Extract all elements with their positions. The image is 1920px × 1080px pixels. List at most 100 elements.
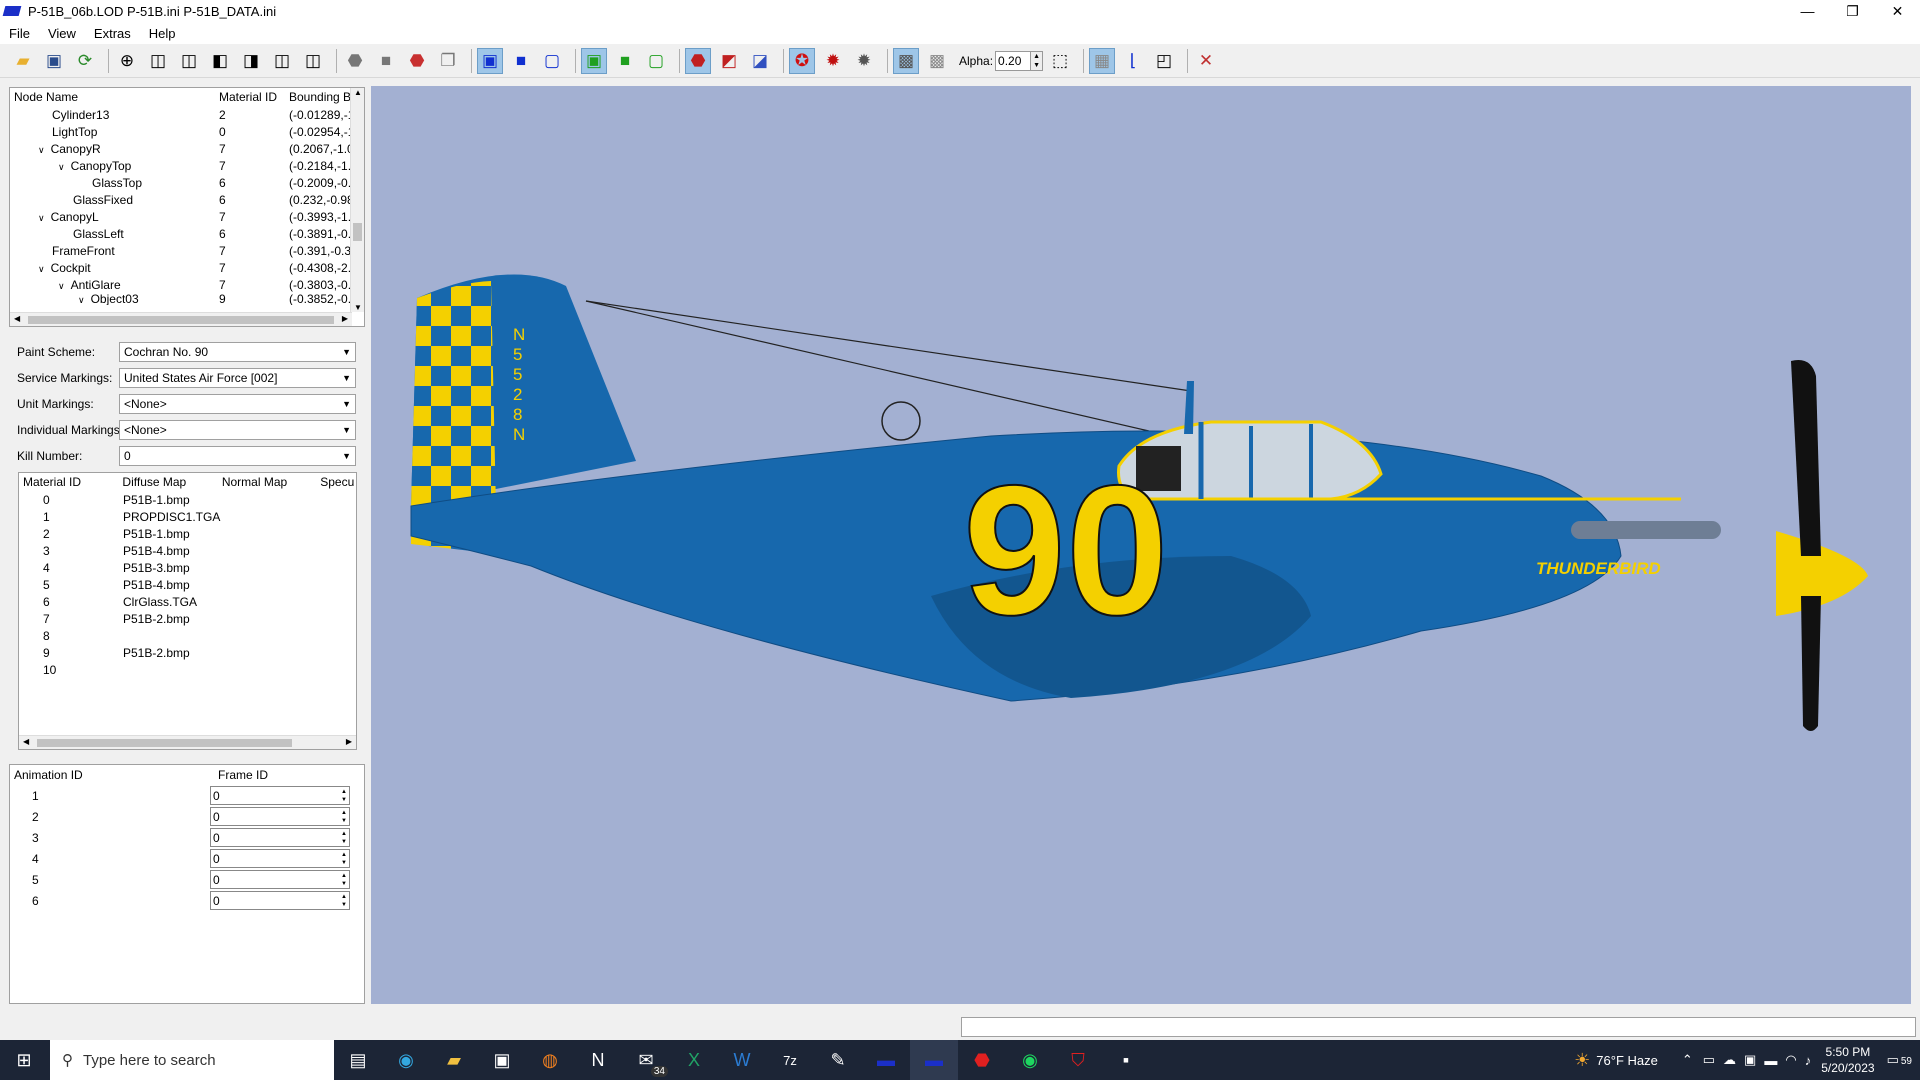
wifi-icon[interactable]: ◠ bbox=[1785, 1052, 1796, 1068]
frame-input[interactable]: 0 ▲ ▼ bbox=[210, 828, 350, 847]
minimize-button[interactable]: — bbox=[1785, 0, 1830, 22]
axes-icon[interactable]: ⌊ bbox=[1120, 48, 1146, 74]
column-animation-id[interactable]: Animation ID bbox=[10, 768, 214, 782]
column-bounding-box[interactable]: Bounding B bbox=[285, 90, 352, 104]
spinner-arrows-icon[interactable]: ▲ ▼ bbox=[339, 788, 349, 804]
material-row[interactable]: 1 PROPDISC1.TGA bbox=[19, 508, 356, 525]
paint-icon[interactable]: ✎ bbox=[814, 1040, 862, 1080]
shade-copy-icon[interactable]: ❐ bbox=[435, 48, 461, 74]
word-icon[interactable]: W bbox=[718, 1040, 766, 1080]
reload-icon[interactable]: ⟳ bbox=[72, 48, 98, 74]
store-icon[interactable]: ▣ bbox=[478, 1040, 526, 1080]
mcafee-icon[interactable]: ⛉ bbox=[1054, 1040, 1102, 1080]
service-markings-select[interactable]: United States Air Force [002] ▼ bbox=[119, 368, 356, 388]
wireframe-green-icon[interactable]: ▣ bbox=[581, 47, 607, 74]
node-tree-vscrollbar[interactable]: ▲ ▼ bbox=[350, 88, 364, 312]
material-row[interactable]: 4 P51B-3.bmp bbox=[19, 559, 356, 576]
outline-blue-icon[interactable]: ▢ bbox=[539, 48, 565, 74]
task-view-icon[interactable]: ▤ bbox=[334, 1040, 382, 1080]
kill-number-select[interactable]: 0 ▼ bbox=[119, 446, 356, 466]
menu-help[interactable]: Help bbox=[140, 26, 185, 41]
3d-viewport[interactable]: 90 THUNDERBIRD N 5 5 2 8 N bbox=[371, 86, 1911, 1004]
tree-row[interactable]: GlassLeft 6 (-0.3891,-0.9 bbox=[10, 225, 364, 242]
material-row[interactable]: 5 P51B-4.bmp bbox=[19, 576, 356, 593]
frame-input[interactable]: 0 ▲ ▼ bbox=[210, 849, 350, 868]
shade-red-icon[interactable]: ⬣ bbox=[404, 48, 430, 74]
view-bottom-icon[interactable]: ◫ bbox=[300, 48, 326, 74]
alpha-spinner[interactable]: ▲ ▼ bbox=[1031, 50, 1044, 71]
spinner-arrows-icon[interactable]: ▲ ▼ bbox=[339, 809, 349, 825]
lod-viewer-active-icon[interactable]: ▬ bbox=[910, 1040, 958, 1080]
menu-view[interactable]: View bbox=[39, 26, 85, 41]
app-icon[interactable]: ▪ bbox=[1102, 1040, 1150, 1080]
menu-extras[interactable]: Extras bbox=[85, 26, 140, 41]
collapse-chevron-icon[interactable]: ∨ bbox=[38, 213, 45, 223]
collapse-chevron-icon[interactable]: ∨ bbox=[38, 145, 45, 155]
render-mixed-icon[interactable]: ◩ bbox=[716, 48, 742, 74]
material-row[interactable]: 3 P51B-4.bmp bbox=[19, 542, 356, 559]
volume-icon[interactable]: ♪ bbox=[1805, 1053, 1812, 1068]
material-row[interactable]: 0 P51B-1.bmp bbox=[19, 491, 356, 508]
spinner-arrows-icon[interactable]: ▲ ▼ bbox=[339, 851, 349, 867]
scroll-left-arrow-icon[interactable]: ◀ bbox=[14, 314, 20, 323]
column-frame-id[interactable]: Frame ID bbox=[214, 768, 314, 782]
tree-row[interactable]: ∨ AntiGlare 7 (-0.3803,-0.0 bbox=[10, 276, 364, 293]
texture-view-icon[interactable]: ▦ bbox=[1089, 47, 1116, 74]
collapse-chevron-icon[interactable]: ∨ bbox=[58, 281, 65, 291]
alpha-input[interactable]: 0.20 bbox=[995, 50, 1032, 71]
materials-hscrollbar[interactable]: ◀ ▶ bbox=[19, 735, 356, 749]
box-open-icon[interactable]: ◰ bbox=[1151, 48, 1177, 74]
scroll-up-arrow-icon[interactable]: ▲ bbox=[354, 88, 362, 97]
wireframe-blue-icon[interactable]: ▣ bbox=[477, 47, 503, 74]
bug-target-icon[interactable]: ✪ bbox=[789, 47, 815, 74]
view-front-icon[interactable]: ◫ bbox=[145, 48, 171, 74]
view-top-icon[interactable]: ◫ bbox=[269, 48, 295, 74]
battery-icon[interactable]: ▬ bbox=[1764, 1053, 1777, 1068]
weather-icon[interactable]: ☀ bbox=[1574, 1050, 1590, 1071]
notion-icon[interactable]: N bbox=[574, 1040, 622, 1080]
scroll-left-arrow-icon[interactable]: ◀ bbox=[23, 737, 29, 746]
render-textured-icon[interactable]: ⬣ bbox=[685, 47, 711, 74]
collapse-chevron-icon[interactable]: ∨ bbox=[58, 162, 65, 172]
scroll-thumb[interactable] bbox=[353, 223, 362, 241]
render-normals-icon[interactable]: ◪ bbox=[747, 48, 773, 74]
spinner-arrows-icon[interactable]: ▲ ▼ bbox=[339, 872, 349, 888]
bug-gray-icon[interactable]: ✹ bbox=[851, 48, 877, 74]
tree-row[interactable]: Cylinder13 2 (-0.01289,-1. bbox=[10, 106, 364, 123]
box-solid-icon[interactable]: ▩ bbox=[893, 47, 919, 74]
frame-input[interactable]: 0 ▲ ▼ bbox=[210, 891, 350, 910]
tree-row[interactable]: ∨ Object03 9 (-0.3852,-0.0 bbox=[10, 293, 364, 305]
tree-row[interactable]: ∨ CanopyL 7 (-0.3993,-1.0 bbox=[10, 208, 364, 225]
material-row[interactable]: 10 bbox=[19, 661, 356, 678]
individual-markings-select[interactable]: <None> ▼ bbox=[119, 420, 356, 440]
spinner-arrows-icon[interactable]: ▲ ▼ bbox=[339, 893, 349, 909]
view-back-icon[interactable]: ◫ bbox=[176, 48, 202, 74]
shade-flat-icon[interactable]: ■ bbox=[373, 48, 399, 74]
cube-wire-icon[interactable]: ⬚ bbox=[1047, 48, 1073, 74]
bug-red-icon[interactable]: ✹ bbox=[820, 48, 846, 74]
tray-chevron-icon[interactable]: ⌃ bbox=[1682, 1052, 1693, 1068]
column-diffuse-map[interactable]: Diffuse Map bbox=[118, 475, 217, 489]
material-row[interactable]: 2 P51B-1.bmp bbox=[19, 525, 356, 542]
mail-icon[interactable]: ✉ 34 bbox=[622, 1040, 670, 1080]
notification-icon[interactable]: ▭ 59 bbox=[1887, 1052, 1912, 1068]
tree-row[interactable]: GlassTop 6 (-0.2009,-0.9 bbox=[10, 174, 364, 191]
camera-icon[interactable]: ▭ bbox=[1703, 1052, 1715, 1068]
tree-row[interactable]: LightTop 0 (-0.02954,-1. bbox=[10, 123, 364, 140]
tree-row[interactable]: ∨ CanopyTop 7 (-0.2184,-1.0 bbox=[10, 157, 364, 174]
lod-viewer-icon[interactable]: ▬ bbox=[862, 1040, 910, 1080]
column-normal-map[interactable]: Normal Map bbox=[218, 475, 316, 489]
frame-input[interactable]: 0 ▲ ▼ bbox=[210, 786, 350, 805]
close-button[interactable]: ✕ bbox=[1875, 0, 1920, 22]
cloud-icon[interactable]: ☁ bbox=[1723, 1052, 1736, 1068]
scroll-right-arrow-icon[interactable]: ▶ bbox=[342, 314, 348, 323]
material-row[interactable]: 9 P51B-2.bmp bbox=[19, 644, 356, 661]
scroll-thumb[interactable] bbox=[37, 739, 292, 747]
windows-start-icon[interactable]: ⊞ bbox=[0, 1040, 48, 1080]
column-node-name[interactable]: Node Name bbox=[10, 90, 215, 104]
view-left-icon[interactable]: ◧ bbox=[207, 48, 233, 74]
shade-gray-icon[interactable]: ⬣ bbox=[342, 48, 368, 74]
column-material-id[interactable]: Material ID bbox=[215, 90, 285, 104]
tree-row[interactable]: ∨ Cockpit 7 (-0.4308,-2.4 bbox=[10, 259, 364, 276]
column-specular[interactable]: Specu bbox=[316, 475, 356, 489]
